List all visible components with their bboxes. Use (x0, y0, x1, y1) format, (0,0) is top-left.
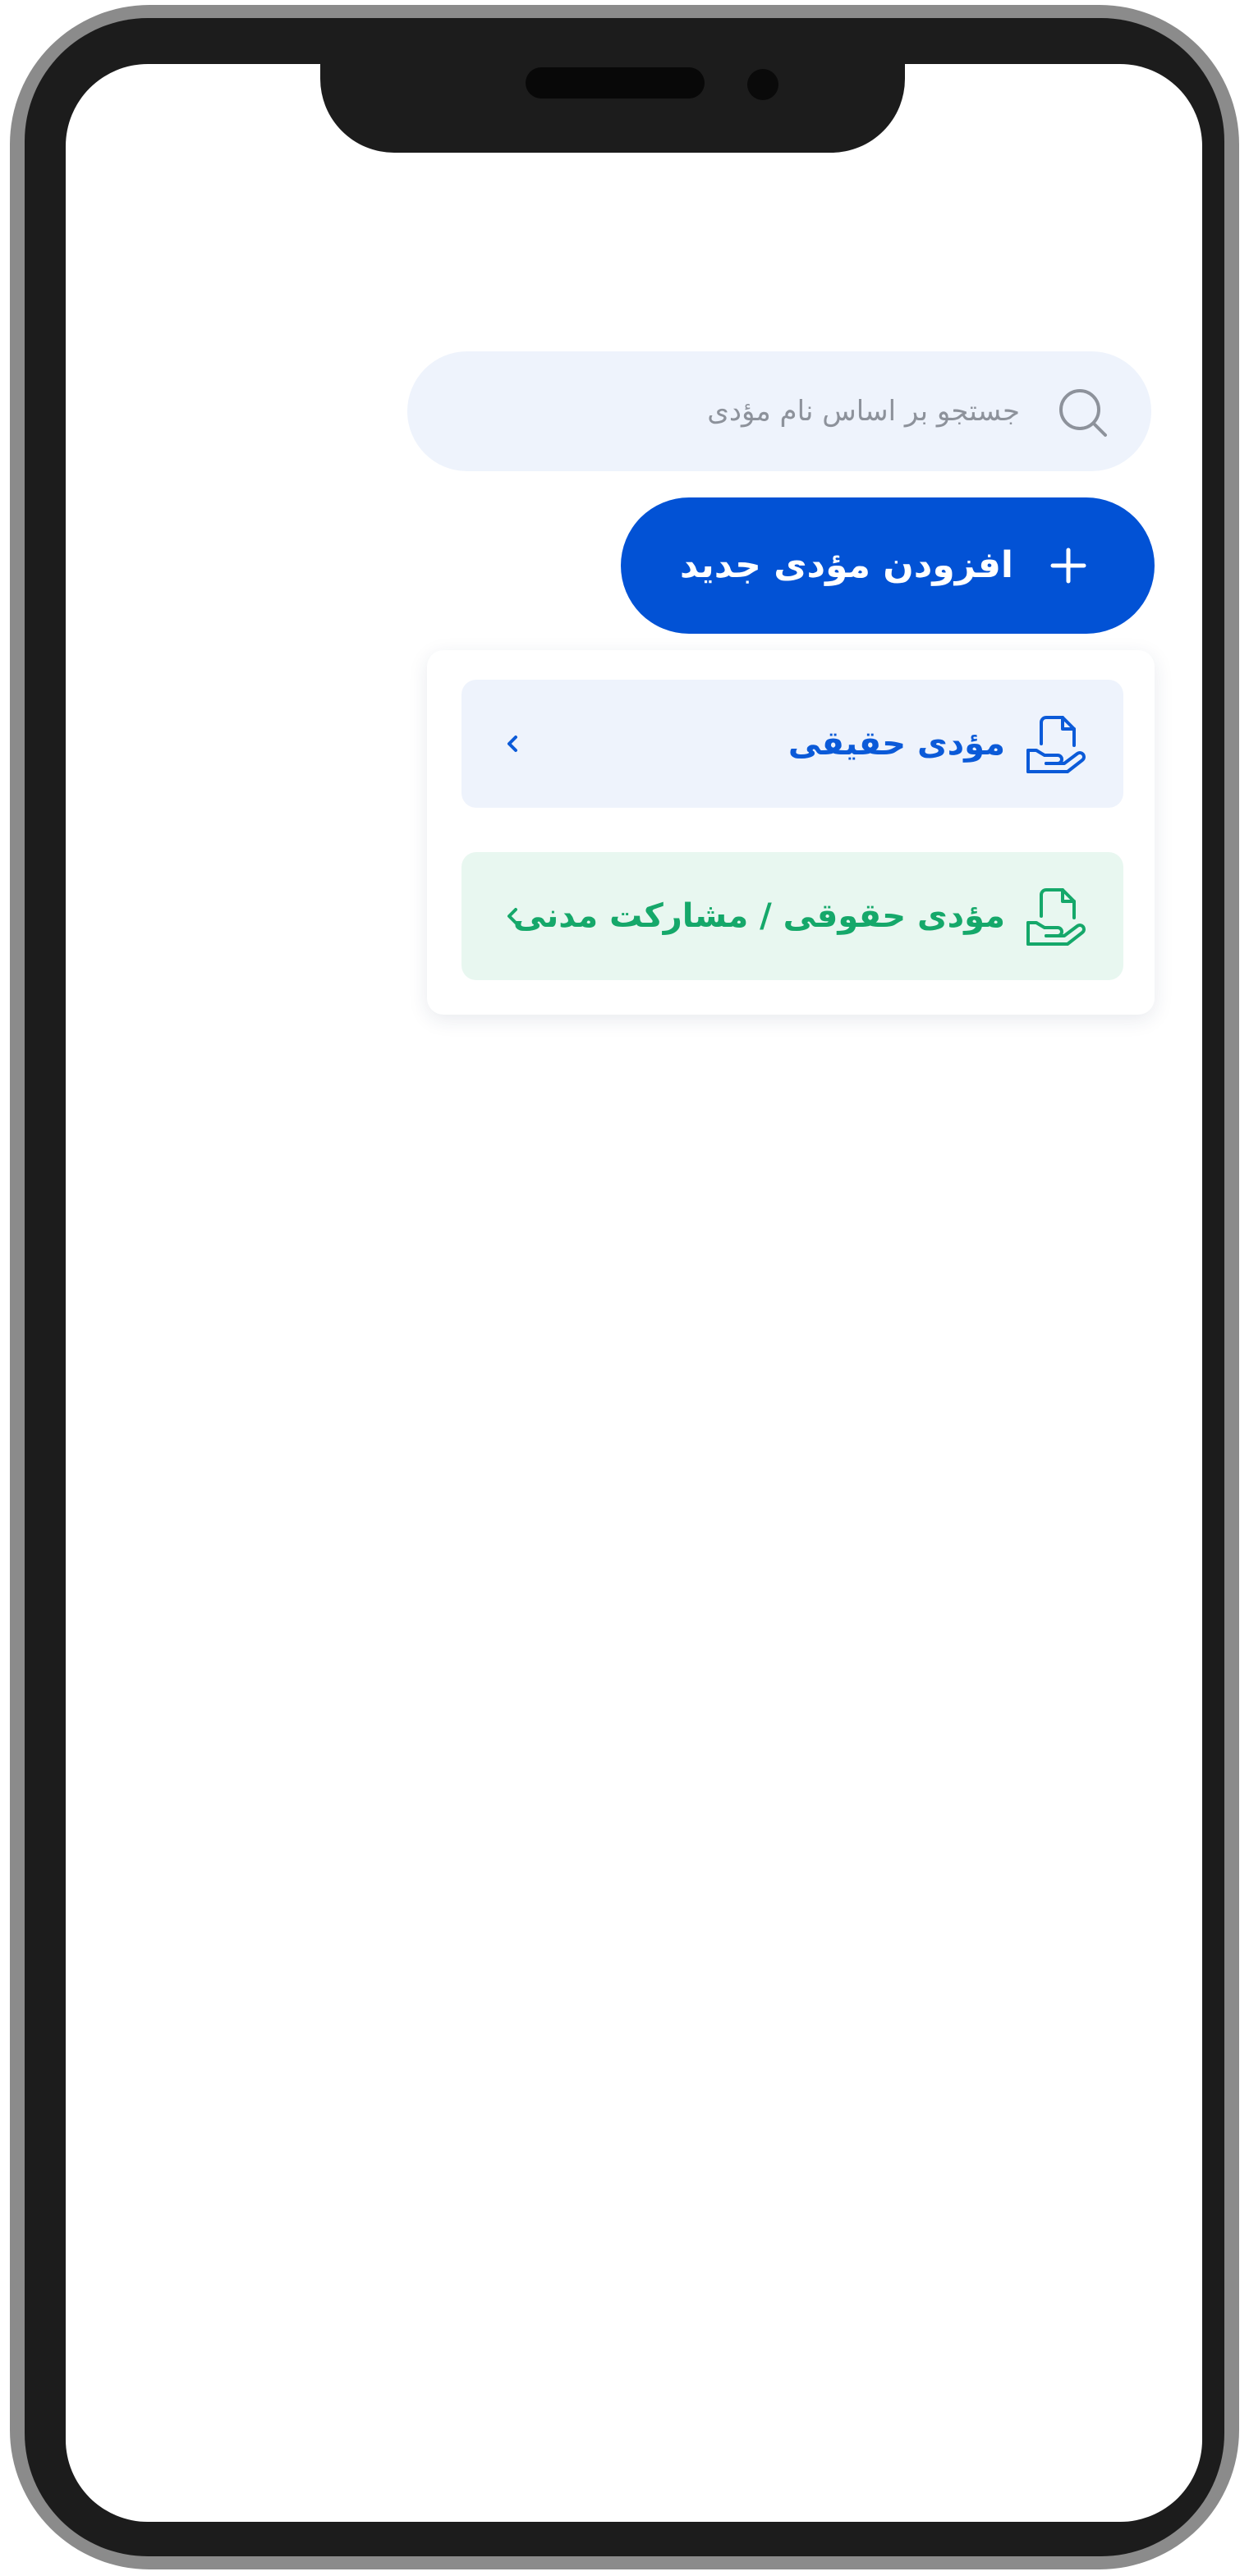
search-input[interactable]: جستجو بر اساس نام مؤدی (407, 351, 1151, 471)
menu-item-label: مؤدی حقیقی (788, 725, 1005, 763)
add-taxpayer-button[interactable]: افزودن مؤدی جدید (621, 497, 1155, 634)
menu-item-natural-person[interactable]: مؤدی حقیقی (461, 680, 1123, 808)
phone-notch (320, 49, 905, 153)
taxpayer-type-menu: مؤدی حقیقی مؤدی حقوقی / مشارکت مدنی (427, 650, 1155, 1015)
chevron-icon (507, 736, 517, 752)
menu-item-legal-entity[interactable]: مؤدی حقوقی / مشارکت مدنی (461, 852, 1123, 980)
plus-icon (1050, 548, 1086, 584)
add-taxpayer-label: افزودن مؤدی جدید (679, 544, 1013, 586)
search-icon[interactable] (1054, 384, 1110, 440)
chevron-icon (507, 908, 517, 924)
menu-item-label: مؤدی حقوقی / مشارکت مدنی (512, 897, 1005, 935)
front-camera (747, 69, 778, 100)
search-placeholder: جستجو بر اساس نام مؤدی (707, 395, 1020, 428)
speaker-grille (526, 67, 705, 99)
document-hand-icon (1026, 888, 1086, 946)
document-hand-icon (1026, 716, 1086, 773)
